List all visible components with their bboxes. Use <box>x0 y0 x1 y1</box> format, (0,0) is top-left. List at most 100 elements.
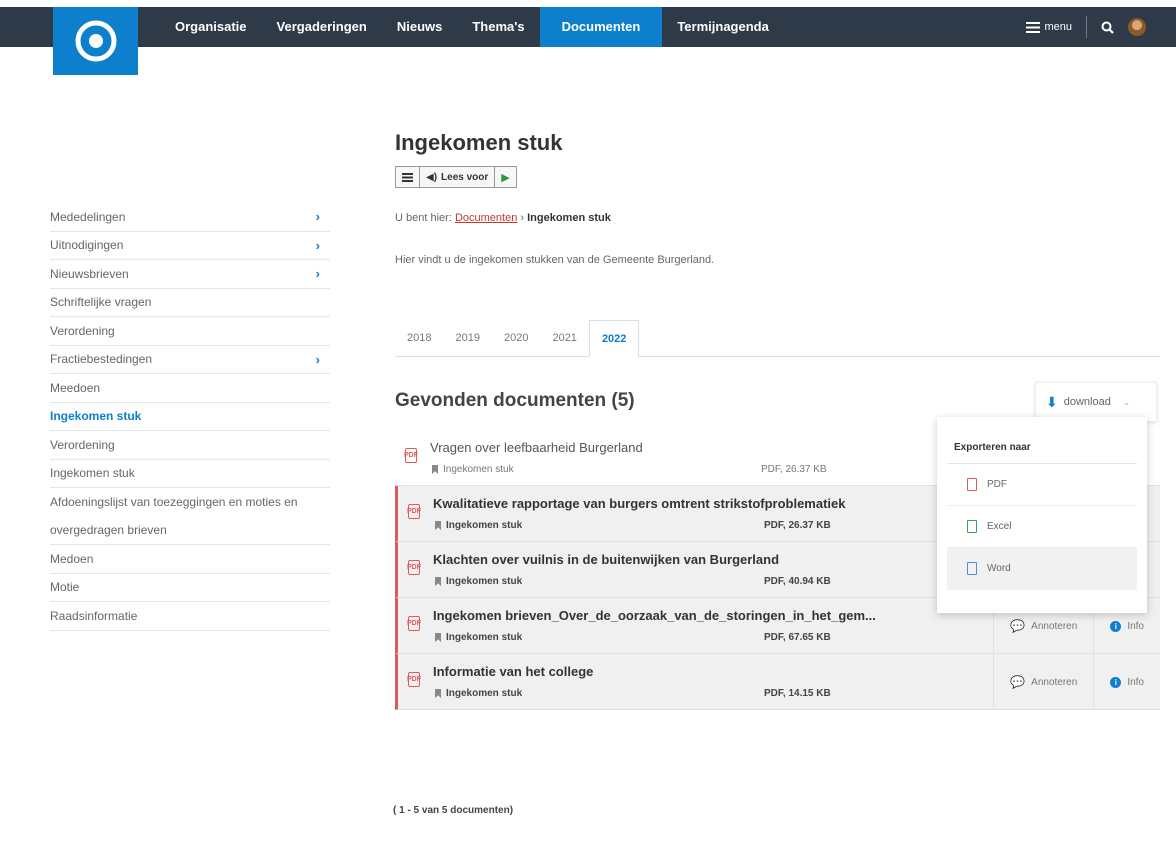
document-size: PDF, 26.37 KB <box>764 520 831 531</box>
tab-2019[interactable]: 2019 <box>443 320 491 356</box>
nav-item-organisatie[interactable]: Organisatie <box>160 7 262 47</box>
export-option-pdf[interactable]: PDF <box>947 464 1137 506</box>
breadcrumb-current: Ingekomen stuk <box>527 212 611 224</box>
document-type: Ingekomen stuk <box>435 576 522 587</box>
info-icon: i <box>1110 620 1122 632</box>
tab-2022[interactable]: 2022 <box>588 320 640 357</box>
sidebar-item-afdoeningslijst-van-toezeggingen-en-moties-en-overgedragen-brieven[interactable]: Afdoeningslijst van toezeggingen en moti… <box>50 488 330 545</box>
sidebar-item-label: Raadsinformatie <box>50 608 138 623</box>
sidebar-item-mededelingen[interactable]: Mededelingen › <box>50 203 330 232</box>
speaker-icon: ◀) <box>426 171 438 183</box>
nav-separator <box>1086 16 1087 38</box>
read-aloud-bar: ◀) Lees voor ▶ <box>395 166 517 188</box>
pdf-file-icon: PDF <box>404 448 418 463</box>
bookmark-icon <box>435 689 441 698</box>
document-size: PDF, 67.65 KB <box>764 632 831 643</box>
menu-label: menu <box>1044 21 1072 33</box>
read-aloud-button[interactable]: ◀) Lees voor <box>420 167 496 187</box>
sidebar-item-verordening[interactable]: Verordening <box>50 431 330 460</box>
sidebar-item-label: Uitnodigingen <box>50 238 124 253</box>
download-button[interactable]: ⬇ download ⌄ <box>1035 382 1157 422</box>
sidebar-item-label: Ingekomen stuk <box>50 466 135 481</box>
menu-button[interactable]: menu <box>1026 21 1072 33</box>
document-title[interactable]: Kwalitatieve rapportage van burgers omtr… <box>433 496 846 511</box>
pdf-file-icon: PDF <box>407 504 421 519</box>
comments-icon: 💬 <box>1010 675 1026 689</box>
tab-2020[interactable]: 2020 <box>492 320 540 356</box>
export-option-word[interactable]: Word <box>947 548 1137 590</box>
chevron-down-icon: ⌄ <box>1122 396 1131 407</box>
document-type: Ingekomen stuk <box>432 464 514 475</box>
read-aloud-label: Lees voor <box>441 171 489 183</box>
user-avatar[interactable] <box>1128 18 1146 36</box>
sidebar-item-label: Nieuwsbrieven <box>50 266 129 281</box>
nav-item-termijnagenda[interactable]: Termijnagenda <box>662 7 784 47</box>
document-size: PDF, 14.15 KB <box>764 688 831 699</box>
sidebar-item-ingekomen-stuk[interactable]: Ingekomen stuk <box>50 403 330 431</box>
chevron-right-icon: › <box>315 209 320 225</box>
nav-utilities: menu <box>1026 7 1146 47</box>
info-button[interactable]: i Info <box>1093 654 1160 710</box>
bookmark-icon <box>432 465 438 474</box>
sidebar-item-raadsinformatie[interactable]: Raadsinformatie <box>50 602 330 631</box>
comments-icon: 💬 <box>1010 619 1026 633</box>
document-type-label: Ingekomen stuk <box>446 520 523 531</box>
document-type-label: Ingekomen stuk <box>446 688 523 699</box>
play-icon: ▶ <box>501 171 510 184</box>
document-size: PDF, 26.37 KB <box>761 464 827 475</box>
nav-item-thema-s[interactable]: Thema's <box>457 7 539 47</box>
export-dropdown: Exporteren naar PDF Excel Word <box>937 417 1147 613</box>
nav-item-vergaderingen[interactable]: Vergaderingen <box>262 7 382 47</box>
document-type-label: Ingekomen stuk <box>443 464 514 475</box>
search-icon[interactable] <box>1101 21 1114 34</box>
breadcrumb-prefix: U bent hier: <box>395 212 452 224</box>
sidebar-item-medoen[interactable]: Medoen <box>50 545 330 574</box>
export-title: Exporteren naar <box>947 432 1137 464</box>
word-file-icon <box>967 562 977 575</box>
annotate-button[interactable]: 💬 Annoteren <box>993 654 1093 710</box>
sidebar-item-meedoen[interactable]: Meedoen <box>50 374 330 403</box>
list-icon <box>402 172 413 182</box>
chevron-right-icon: › <box>315 351 320 367</box>
readbar-menu-button[interactable] <box>396 167 420 187</box>
info-label: Info <box>1127 620 1144 632</box>
breadcrumb: U bent hier: Documenten › Ingekomen stuk <box>395 212 1160 224</box>
site-logo[interactable] <box>53 7 138 75</box>
document-type: Ingekomen stuk <box>435 520 522 531</box>
document-title[interactable]: Klachten over vuilnis in de buitenwijken… <box>433 552 779 567</box>
play-button[interactable]: ▶ <box>495 167 515 187</box>
sidebar-item-label: Mededelingen <box>50 209 126 224</box>
document-row[interactable]: PDF Informatie van het college Ingekomen s… <box>395 654 1160 710</box>
document-title[interactable]: Informatie van het college <box>433 664 593 679</box>
sidebar-item-label: Verordening <box>50 437 115 452</box>
nav-item-nieuws[interactable]: Nieuws <box>382 7 458 47</box>
pdf-file-icon: PDF <box>407 560 421 575</box>
tab-2021[interactable]: 2021 <box>540 320 588 356</box>
bookmark-icon <box>435 577 441 586</box>
tab-2018[interactable]: 2018 <box>395 320 443 356</box>
nav-item-documenten[interactable]: Documenten <box>539 7 663 47</box>
sidebar-item-schriftelijke-vragen[interactable]: Schriftelijke vragen <box>50 289 330 317</box>
sidebar-item-motie[interactable]: Motie <box>50 574 330 602</box>
sidebar-item-label: Verordening <box>50 323 115 338</box>
sidebar-item-fractiebestedingen[interactable]: Fractiebestedingen › <box>50 346 330 374</box>
sidebar-item-ingekomen-stuk[interactable]: Ingekomen stuk <box>50 460 330 488</box>
document-type-label: Ingekomen stuk <box>446 632 523 643</box>
sidebar-item-uitnodigingen[interactable]: Uitnodigingen › <box>50 232 330 260</box>
breadcrumb-link-documenten[interactable]: Documenten <box>455 212 517 224</box>
year-tabs: 2018 2019 2020 2021 2022 <box>395 320 1160 357</box>
main-nav: Organisatie Vergaderingen Nieuws Thema's Doc… <box>160 7 784 47</box>
sidebar-item-label: Fractiebestedingen <box>50 352 153 367</box>
document-title[interactable]: Ingekomen brieven_Over_de_oorzaak_van_de… <box>433 608 876 623</box>
page-title: Ingekomen stuk <box>395 130 563 155</box>
hamburger-icon <box>1026 21 1041 33</box>
export-option-label: Word <box>987 563 1011 574</box>
sidebar-item-verordening[interactable]: Verordening <box>50 317 330 346</box>
sidebar-item-label: Schriftelijke vragen <box>50 295 152 310</box>
document-actions: 💬 Annoteren i Info <box>993 654 1160 710</box>
document-type: Ingekomen stuk <box>435 688 522 699</box>
info-label: Info <box>1127 676 1144 688</box>
sidebar-item-nieuwsbrieven[interactable]: Nieuwsbrieven › <box>50 260 330 289</box>
export-option-excel[interactable]: Excel <box>947 506 1137 548</box>
document-title[interactable]: Vragen over leefbaarheid Burgerland <box>430 440 643 455</box>
